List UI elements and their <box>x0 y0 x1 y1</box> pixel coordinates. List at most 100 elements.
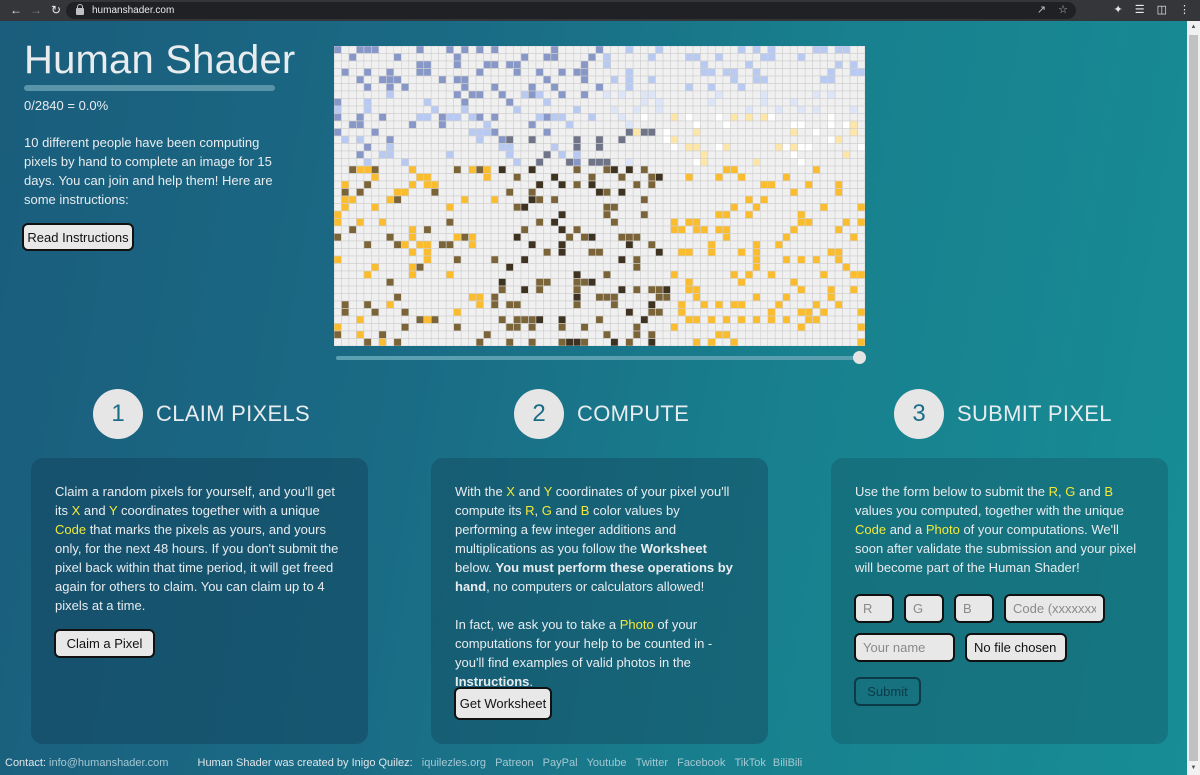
grid-pixel[interactable] <box>827 308 836 317</box>
grid-pixel[interactable] <box>543 263 552 272</box>
grid-pixel[interactable] <box>475 135 484 144</box>
grid-pixel[interactable] <box>543 270 552 279</box>
grid-pixel[interactable] <box>819 180 828 189</box>
grid-pixel[interactable] <box>640 248 649 257</box>
grid-pixel[interactable] <box>438 195 447 204</box>
grid-pixel[interactable] <box>812 308 821 317</box>
grid-pixel[interactable] <box>647 203 656 212</box>
grid-pixel[interactable] <box>692 75 701 84</box>
grid-pixel[interactable] <box>430 143 440 152</box>
grid-pixel[interactable] <box>827 300 836 309</box>
grid-pixel[interactable] <box>812 60 821 69</box>
grid-pixel[interactable] <box>774 278 784 287</box>
grid-pixel[interactable] <box>632 315 641 324</box>
grid-pixel[interactable] <box>730 263 739 272</box>
grid-pixel[interactable] <box>745 68 754 77</box>
grid-pixel[interactable] <box>558 218 567 227</box>
grid-pixel[interactable] <box>498 240 507 249</box>
grid-pixel[interactable] <box>737 293 746 302</box>
grid-pixel[interactable] <box>415 83 425 92</box>
grid-pixel[interactable] <box>602 255 612 264</box>
grid-pixel[interactable] <box>393 195 402 204</box>
grid-pixel[interactable] <box>423 338 432 347</box>
grid-pixel[interactable] <box>640 98 649 107</box>
grid-pixel[interactable] <box>386 165 395 174</box>
grid-pixel[interactable] <box>528 128 537 137</box>
grid-pixel[interactable] <box>610 188 619 197</box>
grid-pixel[interactable] <box>475 315 484 324</box>
grid-pixel[interactable] <box>356 60 365 69</box>
grid-pixel[interactable] <box>498 46 507 54</box>
grid-pixel[interactable] <box>453 255 462 264</box>
grid-pixel[interactable] <box>722 150 731 159</box>
grid-pixel[interactable] <box>857 263 865 272</box>
grid-pixel[interactable] <box>782 90 791 99</box>
grid-pixel[interactable] <box>670 120 679 129</box>
grid-pixel[interactable] <box>715 173 724 182</box>
grid-pixel[interactable] <box>490 83 499 92</box>
grid-pixel[interactable] <box>423 195 432 204</box>
grid-pixel[interactable] <box>692 188 701 197</box>
grid-pixel[interactable] <box>804 98 813 107</box>
grid-pixel[interactable] <box>371 128 380 137</box>
grid-pixel[interactable] <box>573 120 582 129</box>
grid-pixel[interactable] <box>707 90 716 99</box>
grid-pixel[interactable] <box>827 240 836 249</box>
grid-pixel[interactable] <box>438 98 447 107</box>
grid-pixel[interactable] <box>782 135 791 144</box>
grid-pixel[interactable] <box>617 308 626 317</box>
grid-pixel[interactable] <box>647 315 656 324</box>
grid-pixel[interactable] <box>640 263 649 272</box>
grid-pixel[interactable] <box>812 120 821 129</box>
grid-pixel[interactable] <box>348 315 357 324</box>
grid-pixel[interactable] <box>759 53 769 62</box>
grid-pixel[interactable] <box>745 240 754 249</box>
grid-pixel[interactable] <box>415 120 425 129</box>
grid-pixel[interactable] <box>498 338 507 347</box>
grid-pixel[interactable] <box>558 263 567 272</box>
grid-pixel[interactable] <box>468 293 477 302</box>
grid-pixel[interactable] <box>490 105 499 114</box>
grid-pixel[interactable] <box>797 143 806 152</box>
grid-pixel[interactable] <box>401 323 410 332</box>
grid-pixel[interactable] <box>707 150 716 159</box>
grid-pixel[interactable] <box>580 330 589 339</box>
grid-pixel[interactable] <box>595 285 604 294</box>
grid-pixel[interactable] <box>647 53 656 62</box>
grid-pixel[interactable] <box>812 46 821 54</box>
grid-pixel[interactable] <box>520 46 529 54</box>
grid-pixel[interactable] <box>490 158 499 167</box>
grid-pixel[interactable] <box>827 285 836 294</box>
grid-pixel[interactable] <box>334 285 342 294</box>
grid-pixel[interactable] <box>505 270 514 279</box>
grid-pixel[interactable] <box>513 233 522 242</box>
grid-pixel[interactable] <box>453 150 462 159</box>
grid-pixel[interactable] <box>490 180 499 189</box>
grid-pixel[interactable] <box>834 105 843 114</box>
grid-pixel[interactable] <box>498 195 507 204</box>
grid-pixel[interactable] <box>700 98 709 107</box>
grid-pixel[interactable] <box>408 75 417 84</box>
grid-pixel[interactable] <box>804 323 813 332</box>
grid-pixel[interactable] <box>819 46 828 54</box>
grid-pixel[interactable] <box>767 270 776 279</box>
grid-pixel[interactable] <box>640 128 649 137</box>
grid-pixel[interactable] <box>341 203 350 212</box>
grid-pixel[interactable] <box>819 60 828 69</box>
grid-pixel[interactable] <box>789 120 798 129</box>
grid-pixel[interactable] <box>752 285 761 294</box>
grid-pixel[interactable] <box>647 323 656 332</box>
grid-pixel[interactable] <box>543 143 552 152</box>
grid-pixel[interactable] <box>550 60 559 69</box>
grid-pixel[interactable] <box>498 278 507 287</box>
grid-pixel[interactable] <box>348 203 357 212</box>
grid-pixel[interactable] <box>573 293 582 302</box>
grid-pixel[interactable] <box>438 46 447 54</box>
grid-pixel[interactable] <box>759 203 769 212</box>
grid-pixel[interactable] <box>348 225 357 234</box>
grid-pixel[interactable] <box>460 53 469 62</box>
grid-pixel[interactable] <box>857 180 865 189</box>
grid-pixel[interactable] <box>812 210 821 219</box>
grid-pixel[interactable] <box>752 90 761 99</box>
grid-pixel[interactable] <box>737 46 746 54</box>
